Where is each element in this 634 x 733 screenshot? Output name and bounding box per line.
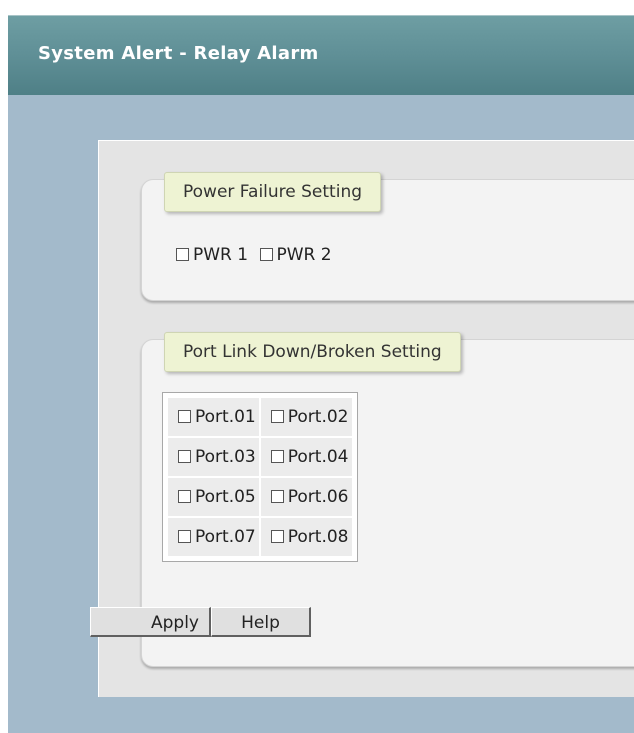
port-04-label: Port.04 (287, 447, 349, 467)
page-header: System Alert - Relay Alarm (8, 15, 634, 96)
pwr-2-label: PWR 2 (276, 245, 332, 265)
port-07-checkbox[interactable] (178, 530, 191, 543)
port-cell[interactable]: Port.08 (260, 518, 352, 556)
pwr-2-item[interactable]: PWR 2 (259, 245, 332, 265)
main-area: Power Failure Setting PWR 1 PWR 2 Port L… (8, 95, 634, 733)
port-cell[interactable]: Port.04 (260, 438, 352, 476)
port-07-label: Port.07 (195, 527, 256, 547)
port-table: Port.01 Port.02 Port.03 Port.04 Port.05 … (162, 392, 358, 562)
pwr-1-checkbox[interactable] (176, 248, 189, 261)
power-failure-fieldset: Power Failure Setting PWR 1 PWR 2 (141, 172, 634, 301)
port-03-checkbox[interactable] (178, 450, 191, 463)
pwr-1-item[interactable]: PWR 1 (176, 245, 248, 265)
port-cell[interactable]: Port.02 (260, 398, 352, 436)
port-05-checkbox[interactable] (178, 490, 191, 503)
port-cell[interactable]: Port.06 (260, 478, 352, 516)
port-cell[interactable]: Port.05 (168, 478, 259, 516)
port-02-label: Port.02 (287, 407, 349, 427)
port-08-checkbox[interactable] (270, 530, 284, 543)
port-01-label: Port.01 (195, 407, 256, 427)
port-04-checkbox[interactable] (270, 450, 284, 463)
port-06-checkbox[interactable] (270, 490, 284, 503)
port-05-label: Port.05 (195, 487, 256, 507)
port-row: Port.03 Port.04 (168, 438, 352, 476)
port-row: Port.07 Port.08 (168, 518, 352, 556)
port-cell[interactable]: Port.03 (168, 438, 259, 476)
port-03-label: Port.03 (195, 447, 256, 467)
port-row: Port.01 Port.02 (168, 398, 352, 436)
pwr-2-checkbox[interactable] (259, 248, 273, 261)
pwr-1-label: PWR 1 (193, 245, 249, 265)
page-title: System Alert - Relay Alarm (38, 43, 319, 64)
port-row: Port.05 Port.06 (168, 478, 352, 516)
power-failure-legend: Power Failure Setting (164, 172, 382, 212)
port-01-checkbox[interactable] (178, 410, 191, 423)
port-02-checkbox[interactable] (270, 410, 284, 423)
port-08-label: Port.08 (287, 527, 349, 547)
help-button[interactable]: Help (211, 607, 311, 637)
port-cell[interactable]: Port.01 (168, 398, 259, 436)
port-06-label: Port.06 (287, 487, 349, 507)
port-cell[interactable]: Port.07 (168, 518, 259, 556)
apply-button[interactable]: Apply (90, 607, 211, 637)
power-checkbox-row: PWR 1 PWR 2 (176, 245, 338, 265)
port-link-legend: Port Link Down/Broken Setting (164, 332, 461, 372)
